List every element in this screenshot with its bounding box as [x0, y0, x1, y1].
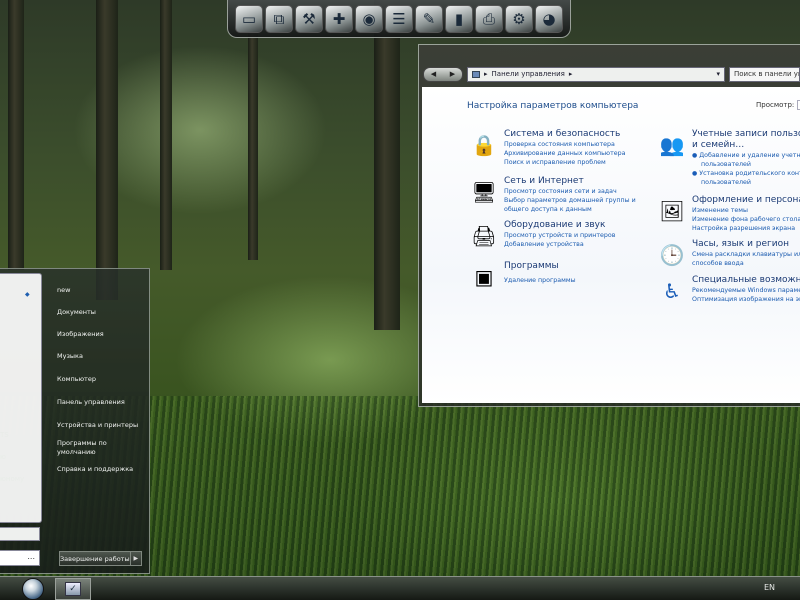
shutdown-label[interactable]: Завершение работы: [60, 552, 130, 565]
start-item-music[interactable]: Музыка: [57, 352, 83, 360]
submenu-arrow-icon[interactable]: ◆: [25, 291, 30, 298]
disk-icon[interactable]: ▮: [445, 4, 473, 33]
tree-trunk: [96, 0, 118, 300]
shutdown-options-arrow-icon[interactable]: ▶: [129, 552, 141, 565]
category-link[interactable]: Изменение фона рабочего стола: [692, 215, 800, 224]
tree-trunk: [374, 0, 400, 330]
taskbar: ✓ EN: [0, 576, 800, 600]
shutdown-button[interactable]: Завершение работы ▶: [59, 551, 142, 566]
truncated-program-label[interactable]: юному: [0, 475, 24, 483]
breadcrumb-separator-icon: ▸: [484, 70, 488, 78]
search-programs-input[interactable]: ...: [0, 550, 40, 566]
globe-icon[interactable]: ◉: [355, 4, 383, 33]
appearance-icon[interactable]: 🖼: [658, 197, 686, 225]
start-item-documents[interactable]: Документы: [57, 308, 96, 316]
category-link[interactable]: пользователей: [692, 178, 800, 187]
control-panel-icon: [472, 70, 480, 78]
view-by-control[interactable]: Просмотр:К: [756, 100, 800, 110]
control-panel-window: ◀ ▶ ▸ Панели управления ▸ ▾ Поиск в пане…: [418, 44, 800, 407]
address-field[interactable]: ▸ Панели управления ▸ ▾: [467, 66, 725, 82]
users-icon[interactable]: 👥: [658, 131, 686, 159]
all-programs-bar[interactable]: [0, 527, 40, 541]
start-menu: ◆ TS ю юному new Документы Изображения М…: [0, 268, 150, 574]
view-by-label: Просмотр:: [756, 101, 795, 109]
start-item-computer[interactable]: Компьютер: [57, 375, 96, 383]
category-title-continued[interactable]: и семейн…: [692, 140, 800, 151]
media-player-icon[interactable]: ◕: [535, 4, 563, 33]
tree-trunk: [248, 20, 258, 260]
monitor-icon[interactable]: ▭: [235, 4, 263, 33]
category-link[interactable]: Поиск и исправление проблем: [504, 158, 664, 167]
language-indicator[interactable]: EN: [764, 583, 775, 592]
start-item-devices-printers[interactable]: Устройства и принтеры: [57, 421, 138, 429]
breadcrumb[interactable]: Панели управления: [492, 70, 565, 78]
pen-tablet-icon[interactable]: ✎: [415, 4, 443, 33]
category-link[interactable]: Выбор параметров домашней группы и общег…: [504, 196, 654, 214]
tree-trunk: [8, 0, 24, 270]
category-link[interactable]: пользователей: [692, 160, 800, 169]
start-item-help-support[interactable]: Справка и поддержка: [57, 465, 133, 473]
tools-icon[interactable]: ⚒: [295, 4, 323, 33]
category-title[interactable]: Оборудование и звук: [504, 220, 664, 231]
start-menu-programs-pane: ◆: [0, 273, 42, 523]
start-item-pictures[interactable]: Изображения: [57, 330, 104, 338]
printers-icon[interactable]: ⎙: [475, 4, 503, 33]
category-title[interactable]: Учетные записи пользова: [692, 129, 800, 140]
programs-icon[interactable]: ▣: [470, 263, 498, 291]
start-item-default-programs[interactable]: Программы по: [57, 439, 107, 447]
category-link[interactable]: Просмотр состояния сети и задач: [504, 187, 664, 196]
category-link[interactable]: Просмотр устройств и принтеров: [504, 231, 664, 240]
lock-icon[interactable]: 🔒: [470, 131, 498, 159]
network-computers-icon[interactable]: ⧉: [265, 4, 293, 33]
category-link[interactable]: Смена раскладки клавиатуры или д: [692, 250, 800, 259]
category-title[interactable]: Оформление и персонал: [692, 195, 800, 206]
clock-icon[interactable]: 🕒: [658, 241, 686, 269]
truncated-program-label[interactable]: TS: [0, 431, 9, 439]
category-link[interactable]: Настройка разрешения экрана: [692, 224, 800, 233]
breadcrumb-separator-icon: ▸: [568, 70, 573, 78]
start-item-default-programs-line2[interactable]: умолчанию: [57, 448, 96, 456]
category-link[interactable]: способов ввода: [692, 259, 800, 268]
category-link[interactable]: Изменение темы: [692, 206, 800, 215]
accessibility-icon[interactable]: ♿: [658, 277, 686, 305]
category-link[interactable]: Удаление программы: [504, 276, 664, 285]
page-title: Настройка параметров компьютера: [467, 101, 639, 111]
category-title[interactable]: Система и безопасность: [504, 129, 664, 140]
control-panel-icon: ✓: [65, 582, 81, 596]
back-forward-buttons[interactable]: ◀ ▶: [423, 66, 463, 82]
category-link[interactable]: Проверка состояния компьютера: [504, 140, 664, 149]
taskbar-control-panel-button[interactable]: ✓: [55, 578, 91, 600]
gamepad-icon[interactable]: ✚: [325, 4, 353, 33]
control-panel-content: Настройка параметров компьютера Просмотр…: [422, 87, 800, 403]
forward-arrow-icon[interactable]: ▶: [450, 70, 455, 78]
address-bar-row: ◀ ▶ ▸ Панели управления ▸ ▾ Поиск в пане…: [423, 65, 800, 83]
category-link[interactable]: Рекомендуемые Windows параметр: [692, 286, 800, 295]
category-link[interactable]: Оптимизация изображения на экра: [692, 295, 800, 304]
address-dropdown-icon[interactable]: ▾: [716, 70, 720, 78]
search-input[interactable]: Поиск в панели управления: [729, 66, 800, 82]
printer-icon[interactable]: 🖨: [470, 222, 498, 250]
category-title[interactable]: Сеть и Интернет: [504, 176, 664, 187]
category-link[interactable]: Добавление и удаление учетн: [692, 151, 800, 160]
category-title[interactable]: Часы, язык и регион: [692, 239, 800, 250]
tree-trunk: [160, 0, 172, 270]
icon-dock: ▭ ⧉ ⚒ ✚ ◉ ☰ ✎ ▮ ⎙ ⚙ ◕: [227, 0, 571, 38]
start-item-control-panel[interactable]: Панель управления: [57, 398, 125, 406]
category-link[interactable]: Установка родительского контро: [692, 169, 800, 178]
truncated-program-label[interactable]: ю: [0, 453, 6, 461]
category-link[interactable]: Архивирование данных компьютера: [504, 149, 664, 158]
start-orb-icon[interactable]: [22, 578, 44, 600]
category-link[interactable]: Добавление устройства: [504, 240, 664, 249]
category-title[interactable]: Программы: [504, 261, 664, 272]
category-title[interactable]: Специальные возможно: [692, 275, 800, 286]
start-item-user[interactable]: new: [57, 286, 70, 294]
back-arrow-icon[interactable]: ◀: [431, 70, 436, 78]
document-icon[interactable]: ☰: [385, 4, 413, 33]
network-monitor-icon[interactable]: 🖥: [470, 178, 498, 206]
gear-disk-icon[interactable]: ⚙: [505, 4, 533, 33]
